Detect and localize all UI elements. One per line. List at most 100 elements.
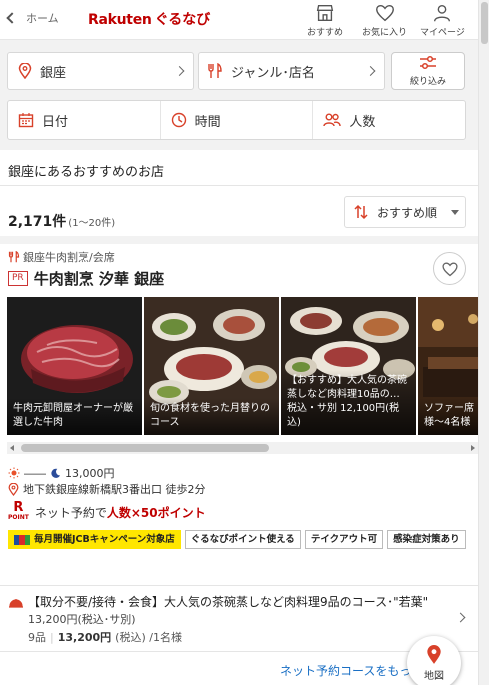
tag-infection-control[interactable]: 感染症対策あり	[387, 530, 466, 549]
point-highlight: 人数×50ポイント	[106, 505, 206, 520]
divider	[0, 651, 478, 652]
divider	[0, 585, 478, 586]
top-header: ホーム Rakuten ぐるなび おすすめ お気に入り マイページ	[0, 0, 478, 40]
sort-dropdown[interactable]: おすすめ順	[344, 196, 466, 228]
filter-label: 絞り込み	[409, 77, 446, 87]
area-value: 銀座	[40, 65, 67, 81]
back-button[interactable]: ホーム	[6, 10, 59, 26]
nav-recommend[interactable]: おすすめ	[307, 2, 343, 38]
chevron-left-icon	[6, 12, 18, 24]
photo-beef[interactable]: 牛肉元卸問屋オーナーが厳選した牛肉	[7, 297, 142, 435]
people-selector[interactable]: 人数	[313, 101, 465, 139]
course-price: 13,200円(税込･サ別)	[28, 613, 136, 626]
date-label: 日付	[42, 114, 69, 130]
separator-band	[0, 236, 478, 244]
access-text: 地下鉄銀座線新橋駅3番出口 徒歩2分	[23, 483, 206, 496]
chevron-right-icon	[174, 66, 185, 76]
course-title[interactable]: 【取分不要/接待・会食】大人気の茶碗蒸しなど肉料理9品のコース･"若葉"	[28, 595, 448, 610]
course-price-suffix: (税込) /1名様	[115, 631, 182, 644]
point-row: R POINT ネット予約で人数×50ポイント	[8, 501, 206, 522]
moon-icon	[51, 468, 61, 478]
carousel-scrollbar-thumb[interactable]	[21, 444, 269, 452]
more-courses-link[interactable]: ネット予約コースをもっと	[280, 662, 423, 679]
nav-recommend-label: おすすめ	[307, 28, 344, 38]
course-price-bold: 13,200円	[57, 631, 112, 644]
caret-down-icon	[451, 209, 460, 215]
scrollbar-thumb[interactable]	[481, 2, 488, 44]
location-pin-icon	[18, 63, 32, 79]
point-logo-text: POINT	[8, 514, 29, 521]
gurunavi-logo[interactable]: Rakuten ぐるなび	[88, 9, 210, 29]
budget-row: ―― 13,000円	[8, 465, 115, 481]
tag-takeout[interactable]: テイクアウト可	[304, 530, 384, 549]
tag-gurunavi-point[interactable]: ぐるなびポイント使える	[184, 530, 301, 549]
category-text: 銀座牛肉割烹/会席	[23, 251, 115, 264]
logo-rakuten: Rakuten	[88, 12, 152, 28]
course-items: 9品	[28, 631, 46, 644]
photo-caption: 牛肉元卸問屋オーナーが厳選した牛肉	[7, 398, 142, 435]
genre-selector[interactable]: ジャンル･店名	[198, 52, 385, 90]
people-label: 人数	[349, 114, 376, 130]
feature-tags: 毎月開催JCBキャンペーン対象店 ぐるなびポイント使える テイクアウト可 感染症…	[8, 530, 468, 549]
photo-caption: 旬の食材を使った月替りのコース	[144, 398, 279, 435]
rakuten-point-logo: R POINT	[8, 501, 29, 522]
location-pin-icon	[8, 482, 19, 496]
photo-caption: 【おすすめ】大人気の茶碗蒸しなど肉料理10品の… 税込・サ別 12,100円(税…	[281, 370, 416, 435]
sun-icon	[8, 467, 20, 479]
restaurant-category: 銀座牛肉割烹/会席	[8, 249, 115, 265]
budget-dinner: 13,000円	[65, 467, 115, 480]
result-count: 2,171件 (1～20件)	[8, 211, 115, 231]
person-icon	[434, 4, 451, 22]
chevron-right-icon	[365, 66, 376, 76]
filter-button[interactable]: 絞り込み	[391, 52, 465, 90]
pr-badge: PR	[8, 271, 28, 286]
fork-knife-icon	[208, 63, 222, 78]
genre-placeholder: ジャンル･店名	[231, 65, 315, 81]
time-label: 時間	[194, 114, 221, 130]
restaurant-name-row: PR 牛肉割烹 汐華 銀座	[8, 268, 164, 289]
section-title: 銀座にあるおすすめのお店	[8, 165, 165, 180]
jcb-icon	[14, 534, 30, 545]
calendar-icon	[18, 113, 34, 128]
photo-course[interactable]: 旬の食材を使った月替りのコース	[144, 297, 279, 435]
search-panel: 銀座 ジャンル･店名 絞り込み 日付 時間 人数	[0, 40, 478, 150]
sort-label: おすすめ順	[377, 205, 438, 220]
access-row: 地下鉄銀座線新橋駅3番出口 徒歩2分	[8, 481, 206, 497]
nav-mypage-label: マイページ	[420, 28, 465, 38]
area-selector[interactable]: 銀座	[7, 52, 194, 90]
photo-interior[interactable]: ソファー席様〜4名様	[418, 297, 478, 435]
carousel-scrollbar[interactable]	[7, 442, 478, 454]
map-button[interactable]: 地図	[407, 636, 461, 685]
store-icon	[316, 4, 334, 22]
people-icon	[323, 113, 342, 127]
scroll-left-arrow-icon[interactable]	[10, 445, 14, 451]
photo-carousel[interactable]: 牛肉元卸問屋オーナーが厳選した牛肉 旬の食材を使った月替りのコース 【おすすめ】…	[7, 297, 478, 435]
photo-recommend[interactable]: 【おすすめ】大人気の茶碗蒸しなど肉料理10品の… 税込・サ別 12,100円(税…	[281, 297, 416, 435]
tag-jcb-campaign[interactable]: 毎月開催JCBキャンペーン対象店	[8, 530, 181, 549]
photo-caption: ソファー席様〜4名様	[418, 398, 478, 435]
heart-icon	[375, 4, 394, 22]
date-selector[interactable]: 日付	[8, 101, 161, 139]
nav-favorites[interactable]: お気に入り	[362, 2, 407, 38]
vertical-scrollbar[interactable]	[478, 0, 489, 685]
sliders-icon	[420, 55, 436, 70]
point-text: ネット予約で	[34, 505, 107, 520]
course-meta: 9品 | 13,200円 (税込) /1名様	[28, 631, 182, 644]
favorite-button[interactable]	[433, 252, 466, 285]
chevron-right-icon[interactable]	[455, 612, 466, 623]
map-pin-icon	[427, 644, 441, 664]
budget-lunch: ――	[24, 466, 46, 480]
time-selector[interactable]: 時間	[161, 101, 314, 139]
date-time-people-bar: 日付 時間 人数	[7, 100, 466, 140]
divider	[0, 185, 478, 186]
course-dish-icon	[9, 599, 23, 608]
clock-icon	[171, 112, 186, 128]
tag-label: 毎月開催JCBキャンペーン対象店	[34, 534, 175, 545]
logo-gurunavi: ぐるなび	[154, 12, 211, 28]
nav-mypage[interactable]: マイページ	[420, 2, 465, 38]
sort-icon	[354, 204, 368, 220]
scroll-right-arrow-icon[interactable]	[471, 445, 475, 451]
result-count-value: 2,171件	[8, 214, 67, 230]
restaurant-name[interactable]: 牛肉割烹 汐華 銀座	[34, 268, 164, 289]
heart-icon	[441, 262, 458, 276]
